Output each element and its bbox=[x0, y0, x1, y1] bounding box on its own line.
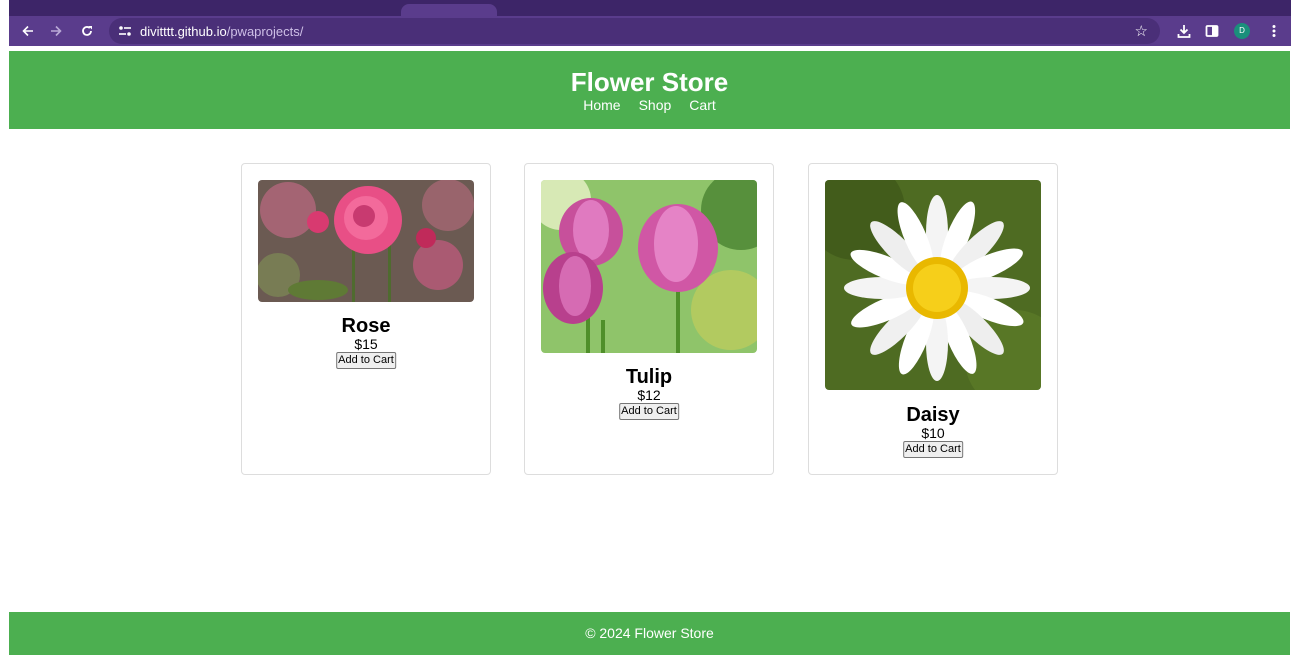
active-tab[interactable] bbox=[401, 4, 497, 16]
product-image-daisy bbox=[825, 180, 1041, 390]
product-name: Tulip bbox=[625, 366, 673, 388]
forward-arrow-icon[interactable] bbox=[47, 22, 65, 40]
footer-text: © 2024 Flower Store bbox=[585, 625, 714, 641]
product-image-rose bbox=[258, 180, 474, 302]
url-host: divitttt.github.io bbox=[140, 24, 227, 39]
download-icon[interactable] bbox=[1175, 22, 1193, 40]
site-footer: © 2024 Flower Store bbox=[9, 612, 1290, 655]
avatar[interactable]: D bbox=[1234, 23, 1250, 39]
product-price: $12 bbox=[637, 387, 661, 403]
browser-toolbar: divitttt.github.io/pwaprojects/ ☆ D bbox=[9, 16, 1291, 46]
product-card-tulip: Tulip $12 Add to Cart bbox=[524, 163, 774, 475]
tab-strip bbox=[9, 0, 1291, 16]
kebab-menu-icon[interactable] bbox=[1265, 22, 1283, 40]
add-to-cart-button[interactable]: Add to Cart bbox=[336, 352, 396, 369]
add-to-cart-button[interactable]: Add to Cart bbox=[903, 441, 963, 458]
site-header: Flower Store Home Shop Cart bbox=[9, 51, 1290, 129]
product-price: $10 bbox=[921, 425, 945, 441]
nav-cart[interactable]: Cart bbox=[689, 97, 715, 113]
nav-shop[interactable]: Shop bbox=[639, 97, 672, 113]
side-panel-icon[interactable] bbox=[1203, 22, 1221, 40]
url-text: divitttt.github.io/pwaprojects/ bbox=[140, 24, 303, 39]
address-bar[interactable]: divitttt.github.io/pwaprojects/ ☆ bbox=[109, 18, 1160, 44]
back-arrow-icon[interactable] bbox=[19, 22, 37, 40]
product-price: $15 bbox=[354, 336, 378, 352]
product-image-tulip bbox=[541, 180, 757, 353]
product-card-daisy: Daisy $10 Add to Cart bbox=[808, 163, 1058, 475]
product-name: Daisy bbox=[906, 404, 960, 426]
url-path: /pwaprojects/ bbox=[226, 24, 304, 39]
page-title: Flower Store bbox=[570, 67, 729, 97]
reload-icon[interactable] bbox=[78, 22, 96, 40]
add-to-cart-button[interactable]: Add to Cart bbox=[619, 403, 679, 420]
product-name: Rose bbox=[341, 315, 391, 337]
star-icon[interactable]: ☆ bbox=[1135, 22, 1148, 40]
nav-home[interactable]: Home bbox=[583, 97, 620, 113]
main-nav: Home Shop Cart bbox=[9, 97, 1290, 113]
site-info-icon[interactable] bbox=[117, 23, 133, 39]
product-card-rose: Rose $15 Add to Cart bbox=[241, 163, 491, 475]
